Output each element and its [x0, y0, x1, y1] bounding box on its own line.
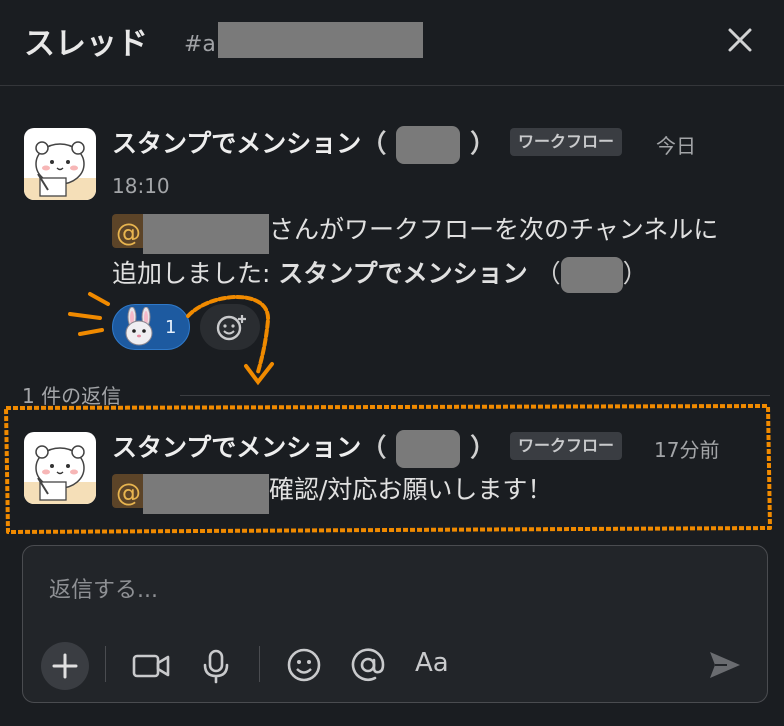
channel-prefix: #a [184, 32, 216, 57]
emoji-icon[interactable] [285, 646, 323, 688]
divider [180, 395, 770, 396]
sender-name-text: スタンプでメンション [112, 129, 362, 158]
workflow-name: スタンプでメンション [278, 259, 528, 288]
redacted-channel [217, 22, 423, 58]
thread-header: スレッド #a [0, 0, 784, 86]
channel-name[interactable]: #a [184, 22, 423, 58]
bear-avatar[interactable] [24, 128, 96, 200]
highlight-box [4, 404, 772, 534]
reply-input[interactable]: 返信する... [49, 572, 158, 604]
message-body-line1: @ さんがワークフローを次のチャンネルに [112, 208, 719, 254]
timestamp[interactable]: 今日 [656, 130, 696, 159]
redacted-name [396, 126, 461, 164]
redacted-user [143, 214, 269, 254]
timestamp-line: 18:10 [112, 174, 170, 198]
redacted-name [560, 257, 623, 293]
send-icon[interactable] [707, 648, 743, 686]
page-title: スレッド [24, 26, 148, 62]
plus-icon[interactable] [41, 642, 89, 690]
video-icon[interactable] [131, 650, 171, 686]
microphone-icon[interactable] [201, 648, 231, 688]
sender-name[interactable]: スタンプでメンション（） [112, 124, 495, 164]
formatting-button[interactable]: Aa [415, 648, 449, 678]
highlight-arrow-annotation [68, 292, 274, 386]
reply-composer[interactable]: 返信する... Aa [22, 545, 768, 703]
toolbar-separator [105, 646, 106, 682]
workflow-badge: ワークフロー [510, 128, 623, 156]
close-icon[interactable] [722, 22, 758, 58]
body-text: さんがワークフローを次のチャンネルに [269, 215, 719, 244]
toolbar-separator [259, 646, 260, 682]
at-icon[interactable] [349, 646, 387, 688]
user-mention[interactable]: @ [112, 214, 269, 254]
mention-at: @ [116, 218, 141, 247]
